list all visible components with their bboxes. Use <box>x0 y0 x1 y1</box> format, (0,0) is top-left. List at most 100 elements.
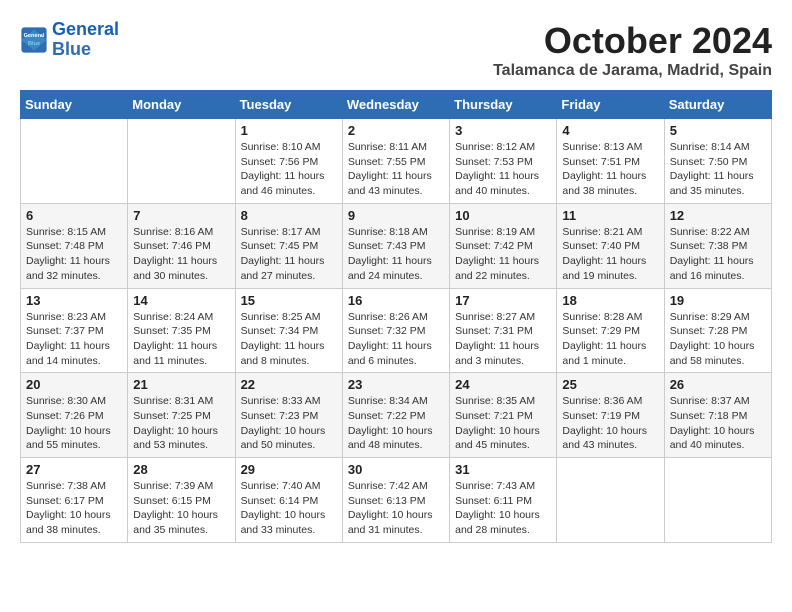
calendar-cell: 7 Sunrise: 8:16 AM Sunset: 7:46 PM Daylig… <box>128 203 235 288</box>
calendar-cell: 21 Sunrise: 8:31 AM Sunset: 7:25 PM Dayli… <box>128 373 235 458</box>
calendar-cell: 18Sunrise: 8:28 AM Sunset: 7:29 PM Dayli… <box>557 288 664 373</box>
calendar-cell: 19 Sunrise: 8:29 AM Sunset: 7:28 PM Dayli… <box>664 288 771 373</box>
calendar-cell: 30 Sunrise: 7:42 AM Sunset: 6:13 PM Dayli… <box>342 458 449 543</box>
calendar-cell: 29 Sunrise: 7:40 AM Sunset: 6:14 PM Dayli… <box>235 458 342 543</box>
day-number: 9 <box>348 208 444 223</box>
weekday-header-friday: Friday <box>557 91 664 119</box>
calendar-cell: 3 Sunrise: 8:12 AM Sunset: 7:53 PM Daylig… <box>450 119 557 204</box>
day-number: 19 <box>670 293 766 308</box>
day-number: 28 <box>133 462 229 477</box>
day-number: 8 <box>241 208 337 223</box>
day-detail: Sunrise: 8:13 AM Sunset: 7:51 PM Dayligh… <box>562 140 658 199</box>
day-detail: Sunrise: 8:19 AM Sunset: 7:42 PM Dayligh… <box>455 225 551 284</box>
calendar-cell: 2 Sunrise: 8:11 AM Sunset: 7:55 PM Daylig… <box>342 119 449 204</box>
weekday-header-monday: Monday <box>128 91 235 119</box>
day-number: 29 <box>241 462 337 477</box>
day-number: 26 <box>670 377 766 392</box>
day-detail: Sunrise: 7:42 AM Sunset: 6:13 PM Dayligh… <box>348 479 444 538</box>
logo-general: General <box>52 19 119 39</box>
calendar-cell: 16 Sunrise: 8:26 AM Sunset: 7:32 PM Dayli… <box>342 288 449 373</box>
day-number: 11 <box>562 208 658 223</box>
day-detail: Sunrise: 8:29 AM Sunset: 7:28 PM Dayligh… <box>670 310 766 369</box>
day-detail: Sunrise: 8:15 AM Sunset: 7:48 PM Dayligh… <box>26 225 122 284</box>
day-number: 7 <box>133 208 229 223</box>
day-detail: Sunrise: 8:35 AM Sunset: 7:21 PM Dayligh… <box>455 394 551 453</box>
day-number: 3 <box>455 123 551 138</box>
day-number: 27 <box>26 462 122 477</box>
day-detail: Sunrise: 8:24 AM Sunset: 7:35 PM Dayligh… <box>133 310 229 369</box>
location-title: Talamanca de Jarama, Madrid, Spain <box>493 62 772 80</box>
day-detail: Sunrise: 8:22 AM Sunset: 7:38 PM Dayligh… <box>670 225 766 284</box>
calendar-cell <box>664 458 771 543</box>
calendar-cell: 8 Sunrise: 8:17 AM Sunset: 7:45 PM Daylig… <box>235 203 342 288</box>
calendar-cell: 23Sunrise: 8:34 AM Sunset: 7:22 PM Dayli… <box>342 373 449 458</box>
day-number: 24 <box>455 377 551 392</box>
day-detail: Sunrise: 8:21 AM Sunset: 7:40 PM Dayligh… <box>562 225 658 284</box>
day-number: 4 <box>562 123 658 138</box>
day-detail: Sunrise: 8:17 AM Sunset: 7:45 PM Dayligh… <box>241 225 337 284</box>
weekday-header-sunday: Sunday <box>21 91 128 119</box>
day-number: 21 <box>133 377 229 392</box>
calendar-cell: 6 Sunrise: 8:15 AM Sunset: 7:48 PM Daylig… <box>21 203 128 288</box>
day-detail: Sunrise: 8:23 AM Sunset: 7:37 PM Dayligh… <box>26 310 122 369</box>
calendar-week-row: 20Sunrise: 8:30 AM Sunset: 7:26 PM Dayli… <box>21 373 772 458</box>
day-detail: Sunrise: 8:18 AM Sunset: 7:43 PM Dayligh… <box>348 225 444 284</box>
calendar-week-row: 27 Sunrise: 7:38 AM Sunset: 6:17 PM Dayli… <box>21 458 772 543</box>
logo-icon: General Blue <box>20 26 48 54</box>
logo: General Blue General Blue <box>20 20 119 60</box>
weekday-header-wednesday: Wednesday <box>342 91 449 119</box>
day-detail: Sunrise: 8:31 AM Sunset: 7:25 PM Dayligh… <box>133 394 229 453</box>
calendar-cell: 24 Sunrise: 8:35 AM Sunset: 7:21 PM Dayli… <box>450 373 557 458</box>
day-detail: Sunrise: 8:16 AM Sunset: 7:46 PM Dayligh… <box>133 225 229 284</box>
svg-text:Blue: Blue <box>28 41 40 47</box>
calendar-cell: 17Sunrise: 8:27 AM Sunset: 7:31 PM Dayli… <box>450 288 557 373</box>
calendar-cell: 13 Sunrise: 8:23 AM Sunset: 7:37 PM Dayli… <box>21 288 128 373</box>
day-detail: Sunrise: 8:12 AM Sunset: 7:53 PM Dayligh… <box>455 140 551 199</box>
day-number: 20 <box>26 377 122 392</box>
page-header: General Blue General Blue October 2024 T… <box>20 20 772 80</box>
calendar-cell: 9 Sunrise: 8:18 AM Sunset: 7:43 PM Daylig… <box>342 203 449 288</box>
day-number: 14 <box>133 293 229 308</box>
calendar-cell <box>21 119 128 204</box>
calendar-cell: 20Sunrise: 8:30 AM Sunset: 7:26 PM Dayli… <box>21 373 128 458</box>
day-detail: Sunrise: 7:40 AM Sunset: 6:14 PM Dayligh… <box>241 479 337 538</box>
calendar-table: SundayMondayTuesdayWednesdayThursdayFrid… <box>20 90 772 543</box>
calendar-cell: 27 Sunrise: 7:38 AM Sunset: 6:17 PM Dayli… <box>21 458 128 543</box>
day-detail: Sunrise: 7:43 AM Sunset: 6:11 PM Dayligh… <box>455 479 551 538</box>
day-number: 2 <box>348 123 444 138</box>
day-detail: Sunrise: 8:11 AM Sunset: 7:55 PM Dayligh… <box>348 140 444 199</box>
day-number: 25 <box>562 377 658 392</box>
day-number: 15 <box>241 293 337 308</box>
calendar-week-row: 13 Sunrise: 8:23 AM Sunset: 7:37 PM Dayli… <box>21 288 772 373</box>
day-detail: Sunrise: 8:14 AM Sunset: 7:50 PM Dayligh… <box>670 140 766 199</box>
calendar-cell <box>128 119 235 204</box>
day-detail: Sunrise: 8:10 AM Sunset: 7:56 PM Dayligh… <box>241 140 337 199</box>
svg-text:General: General <box>24 33 45 39</box>
day-number: 18 <box>562 293 658 308</box>
day-detail: Sunrise: 8:26 AM Sunset: 7:32 PM Dayligh… <box>348 310 444 369</box>
day-detail: Sunrise: 7:39 AM Sunset: 6:15 PM Dayligh… <box>133 479 229 538</box>
day-number: 30 <box>348 462 444 477</box>
logo-blue: Blue <box>52 40 119 60</box>
weekday-header-saturday: Saturday <box>664 91 771 119</box>
calendar-cell: 10Sunrise: 8:19 AM Sunset: 7:42 PM Dayli… <box>450 203 557 288</box>
day-number: 23 <box>348 377 444 392</box>
day-detail: Sunrise: 8:25 AM Sunset: 7:34 PM Dayligh… <box>241 310 337 369</box>
calendar-cell: 25 Sunrise: 8:36 AM Sunset: 7:19 PM Dayli… <box>557 373 664 458</box>
calendar-cell: 28 Sunrise: 7:39 AM Sunset: 6:15 PM Dayli… <box>128 458 235 543</box>
month-title: October 2024 <box>493 20 772 62</box>
day-detail: Sunrise: 8:36 AM Sunset: 7:19 PM Dayligh… <box>562 394 658 453</box>
day-detail: Sunrise: 8:27 AM Sunset: 7:31 PM Dayligh… <box>455 310 551 369</box>
weekday-header-tuesday: Tuesday <box>235 91 342 119</box>
day-detail: Sunrise: 7:38 AM Sunset: 6:17 PM Dayligh… <box>26 479 122 538</box>
day-number: 6 <box>26 208 122 223</box>
day-number: 1 <box>241 123 337 138</box>
day-number: 13 <box>26 293 122 308</box>
calendar-cell: 1 Sunrise: 8:10 AM Sunset: 7:56 PM Daylig… <box>235 119 342 204</box>
day-number: 16 <box>348 293 444 308</box>
calendar-week-row: 1 Sunrise: 8:10 AM Sunset: 7:56 PM Daylig… <box>21 119 772 204</box>
calendar-cell: 11 Sunrise: 8:21 AM Sunset: 7:40 PM Dayli… <box>557 203 664 288</box>
calendar-cell <box>557 458 664 543</box>
calendar-cell: 14 Sunrise: 8:24 AM Sunset: 7:35 PM Dayli… <box>128 288 235 373</box>
calendar-cell: 12Sunrise: 8:22 AM Sunset: 7:38 PM Dayli… <box>664 203 771 288</box>
